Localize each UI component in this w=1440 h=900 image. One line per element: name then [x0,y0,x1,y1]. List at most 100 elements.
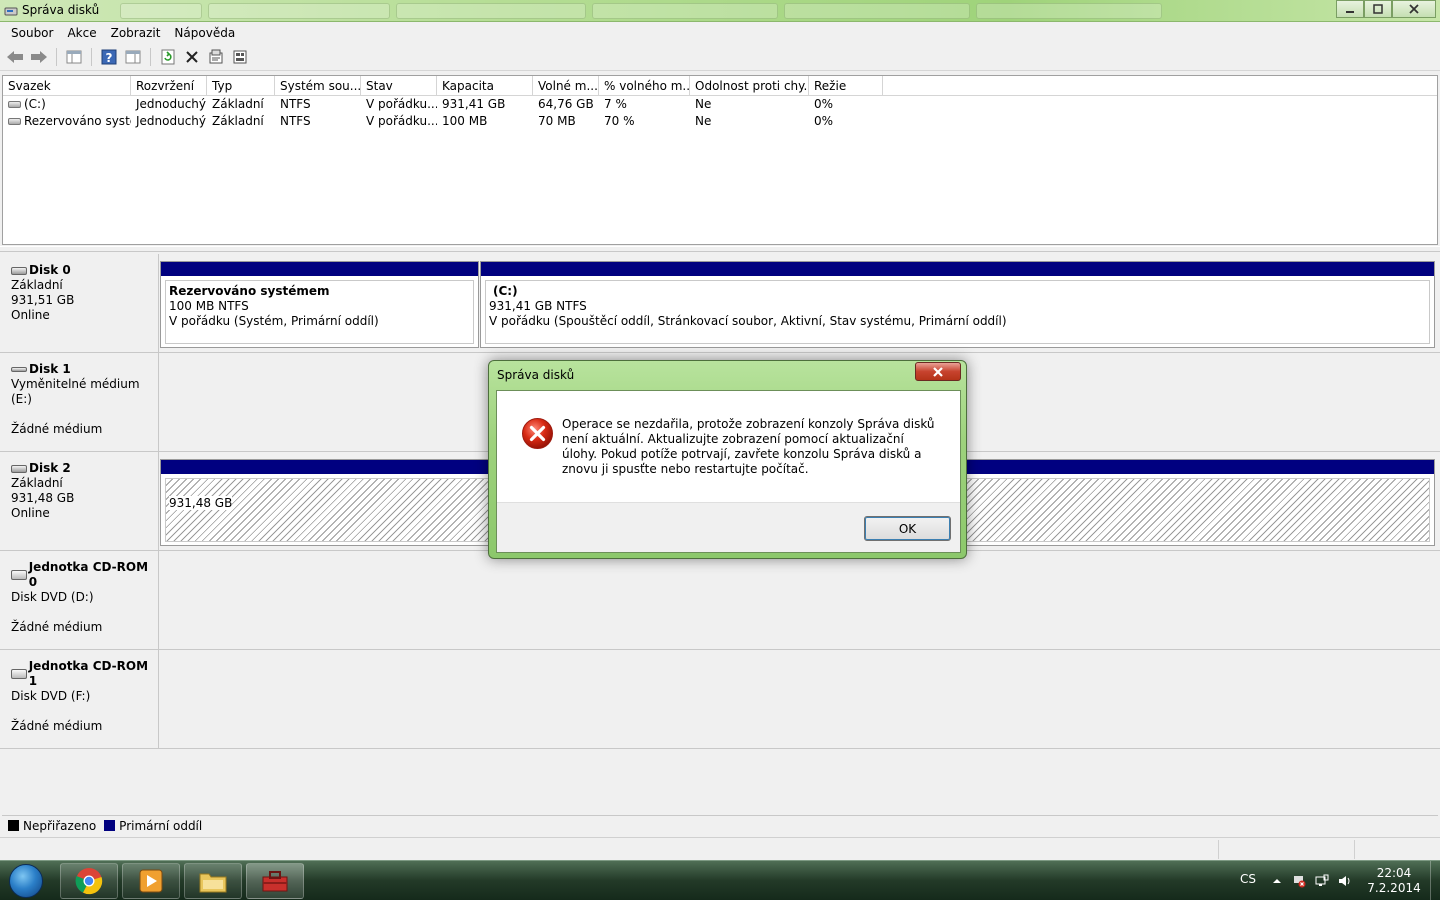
disk-state: Online [11,506,50,520]
disk-label[interactable]: Jednotka CD-ROM 0 Disk DVD (D:) Žádné mé… [2,551,159,649]
column-header[interactable]: % volného m... [599,76,690,95]
menu-napoveda[interactable]: Nápověda [167,26,242,40]
delete-button[interactable] [181,46,203,68]
window-title: Správa disků [22,3,100,17]
volume-list: Svazek Rozvržení Typ Systém sou... Stav … [2,75,1438,245]
partition-size: 100 MB NTFS [169,299,249,313]
partition-body: (C:) 931,41 GB NTFS V pořádku (Spouštěcí… [485,280,1430,344]
disk-management-icon [4,7,18,16]
title-bar: Správa disků [0,0,1440,22]
show-hide-tree-button[interactable] [63,46,85,68]
column-header[interactable]: Odolnost proti chy... [690,76,809,95]
menu-bar: Soubor Akce Zobrazit Nápověda [0,22,1440,43]
cd-drive-icon [11,669,27,679]
taskbar-chrome[interactable] [60,863,118,899]
volume-icon [8,101,21,108]
menu-soubor[interactable]: Soubor [4,26,60,40]
properties-button[interactable] [205,46,227,68]
table-row[interactable]: Rezervováno systé... Jednoduchý Základní… [3,113,1437,130]
table-cell: Ne [695,114,712,128]
table-cell: 0% [814,114,834,128]
partition-reserved[interactable]: Rezervováno systémem 100 MB NTFS V pořád… [160,261,479,348]
volume-icon[interactable] [1338,874,1352,888]
show-desktop-button[interactable] [1430,861,1440,900]
unallocated-swatch [8,820,19,831]
table-cell: 70 % [604,114,635,128]
partition-status: V pořádku (Spouštěcí oddíl, Stránkovací … [489,314,1007,328]
table-cell: 0% [814,97,834,111]
menu-zobrazit[interactable]: Zobrazit [104,26,168,40]
volume-name: (C:) [24,97,46,111]
disk-name: Jednotka CD-ROM 1 [28,659,149,688]
toolbox-icon [262,871,288,892]
error-icon [522,418,553,449]
background-tab [784,3,970,19]
hard-disk-icon [11,266,27,275]
dialog-message: Operace se nezdařila, protože zobrazení … [562,417,935,476]
disk-label[interactable]: Disk 0 Základní 931,51 GB Online [2,254,159,352]
disk-settings-icon [233,50,247,64]
table-row[interactable]: (C:) Jednoduchý Základní NTFS V pořádku.… [3,96,1437,113]
column-header[interactable]: Volné m... [533,76,599,95]
partition-size: 931,41 GB NTFS [489,299,587,313]
action-center-flag-icon[interactable] [1292,874,1306,888]
background-tab [396,3,586,19]
start-button[interactable] [4,861,48,900]
clock-time: 22:04 [1376,866,1412,880]
clock[interactable]: 22:04 7.2.2014 [1364,866,1424,896]
partition-c[interactable]: (C:) 931,41 GB NTFS V pořádku (Spouštěcí… [480,261,1435,348]
disk-state: Online [11,308,50,322]
disk-row-0: Disk 0 Základní 931,51 GB Online Rezervo… [0,254,1440,353]
table-cell: NTFS [280,97,311,111]
disk-name: Disk 1 [29,362,71,376]
close-button[interactable] [1392,0,1436,18]
disk-label[interactable]: Disk 2 Základní 931,48 GB Online [2,452,159,550]
column-header[interactable]: Kapacita [437,76,533,95]
minimize-button[interactable] [1336,0,1364,18]
toolbar-separator [150,48,151,66]
show-hidden-icons-icon[interactable] [1270,874,1284,888]
toolbar: ? [0,44,1440,71]
column-header[interactable]: Režie [809,76,883,95]
column-header[interactable]: Rozvržení [131,76,207,95]
maximize-button[interactable] [1364,0,1392,18]
legend-primary: Primární oddíl [119,818,203,833]
menu-akce[interactable]: Akce [60,26,103,40]
pane-splitter[interactable] [0,246,1440,252]
partition-body: Rezervováno systémem 100 MB NTFS V pořád… [165,280,474,344]
properties-icon [209,49,223,64]
show-action-pane-button[interactable] [122,46,144,68]
disk-label[interactable]: Disk 1 Vyměnitelné médium (E:) Žádné méd… [2,353,159,451]
media-player-icon [139,869,163,893]
status-cell [1354,840,1440,859]
disk-settings-button[interactable] [229,46,251,68]
help-button[interactable]: ? [98,46,120,68]
back-arrow-icon [7,51,23,63]
taskbar-explorer[interactable] [184,863,242,899]
disk-type: Disk DVD (F:) [11,689,91,703]
dialog-close-button[interactable] [915,362,961,381]
language-indicator[interactable]: CS [1240,872,1256,886]
console-tree-icon [66,50,82,64]
network-icon[interactable] [1315,874,1329,888]
toolbar-separator [91,48,92,66]
taskbar-media-player[interactable] [122,863,180,899]
back-button[interactable] [4,46,26,68]
volume-name: Rezervováno systé... [24,114,131,128]
forward-button[interactable] [28,46,50,68]
table-cell: Základní [212,114,264,128]
disk-label[interactable]: Jednotka CD-ROM 1 Disk DVD (F:) Žádné mé… [2,650,159,748]
column-header[interactable]: Stav [361,76,437,95]
column-header[interactable]: Svazek [3,76,131,95]
taskbar-computer-management[interactable] [246,863,304,899]
column-header[interactable]: Systém sou... [275,76,361,95]
ok-button[interactable]: OK [864,516,951,541]
background-tab [120,3,202,19]
refresh-button[interactable] [157,46,179,68]
status-cell [1218,840,1354,859]
partition-bar [481,262,1434,276]
dialog-footer: OK [497,502,960,552]
table-cell: 7 % [604,97,627,111]
column-header[interactable]: Typ [207,76,275,95]
